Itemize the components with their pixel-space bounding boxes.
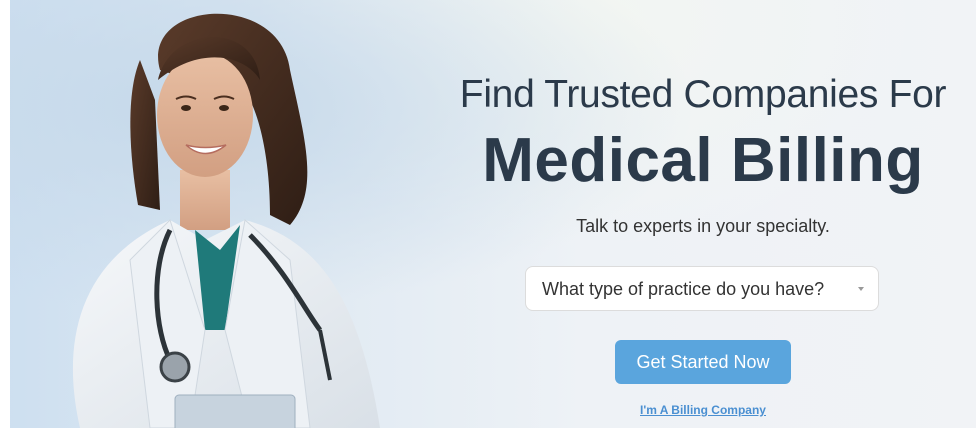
- hero-content: Find Trusted Companies For Medical Billi…: [430, 0, 976, 428]
- headline-top: Find Trusted Companies For: [459, 73, 947, 116]
- subtitle: Talk to experts in your specialty.: [576, 216, 830, 236]
- billing-company-link[interactable]: I'm A Billing Company: [430, 403, 976, 417]
- doctor-photo: [72, 13, 380, 428]
- get-started-button[interactable]: Get Started Now: [615, 340, 791, 384]
- practice-type-select[interactable]: What type of practice do you have?: [525, 266, 879, 311]
- practice-type-value: What type of practice do you have?: [542, 279, 825, 299]
- hero-section: Find Trusted Companies For Medical Billi…: [0, 0, 976, 428]
- left-edge: [0, 0, 10, 428]
- caret-down-icon: [858, 287, 864, 291]
- headline-main: Medical Billing: [482, 126, 924, 195]
